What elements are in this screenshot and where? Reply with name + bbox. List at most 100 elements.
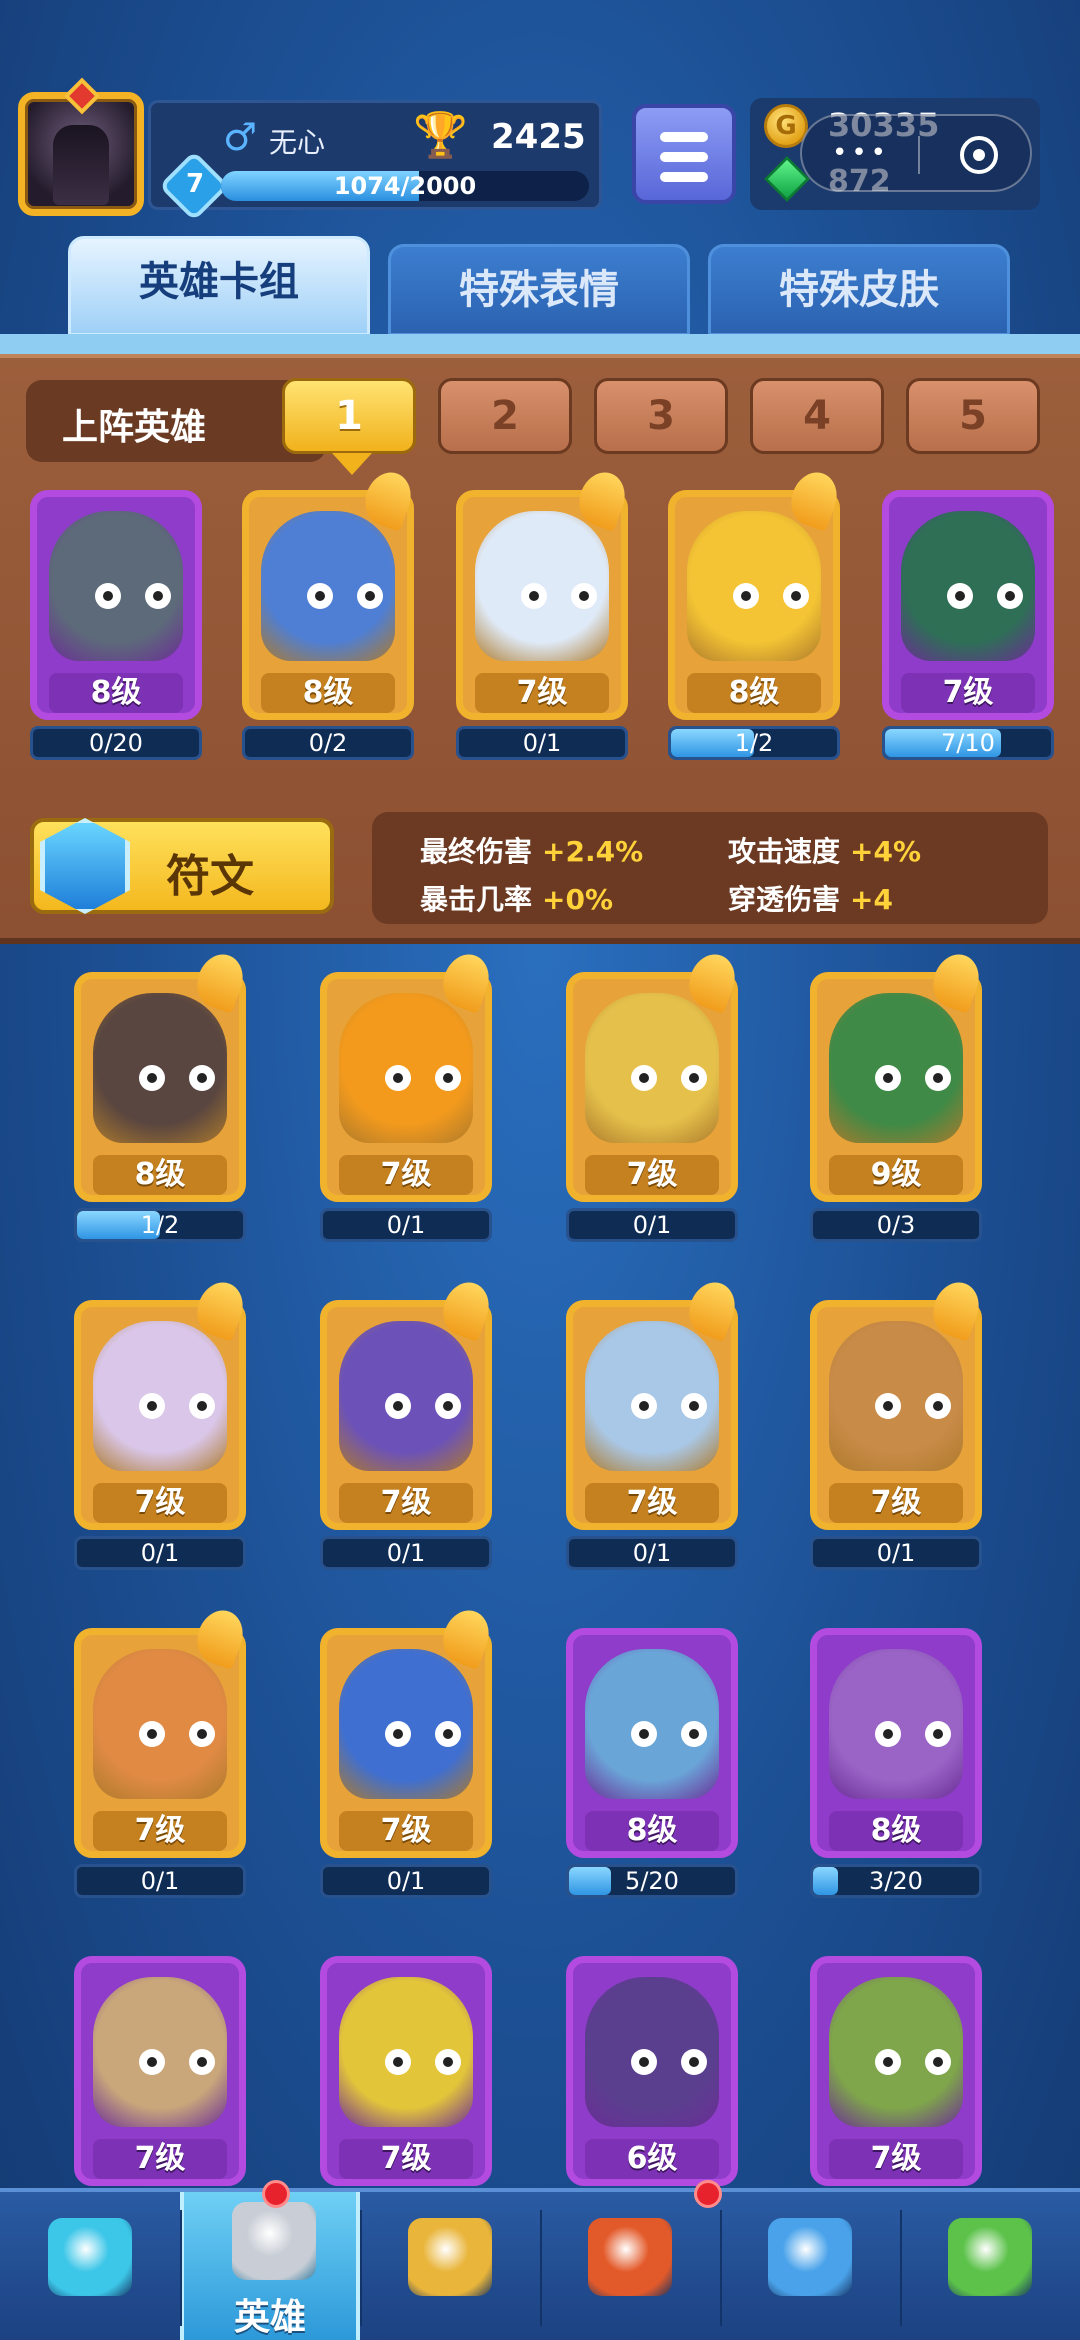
hero-card[interactable]: 9级 0/3 [810,948,986,1242]
nav-item-sprout-island[interactable] [900,2192,1080,2340]
hero-card-progress-text: 1/2 [140,1211,180,1239]
hero-level: 7级 [829,1483,963,1523]
stat-crit-chance: 暴击几率 +0% [420,878,613,918]
hero-level: 7级 [93,1483,227,1523]
player-name: 无心 [269,126,326,159]
nav-item-knight-helmet[interactable]: 英雄 [180,2192,360,2340]
hero-eye [521,583,547,609]
hero-eye [145,583,171,609]
hero-card[interactable]: 8级 3/20 [810,1628,982,1898]
nav-item-crown-shield[interactable] [540,2192,720,2340]
hero-level: 8级 [49,673,183,713]
hero-card-progress: 5/20 [566,1864,738,1898]
hero-portrait [475,511,609,661]
nav-separator [360,2210,362,2326]
hero-eye [875,2049,901,2075]
hero-card-progress: 7/10 [882,726,1054,760]
hero-card[interactable]: 7级 0/1 [810,1276,986,1570]
hero-eye [189,1065,215,1091]
hero-portrait [585,1321,719,1471]
nav-label: 英雄 [233,2297,306,2338]
lineup-slot-5[interactable]: 5 [906,378,1040,454]
lineup-slot-4[interactable]: 4 [750,378,884,454]
hero-eye [95,583,121,609]
xp-bar: 1074/2000 [221,171,589,201]
stat-value: +0% [542,883,614,916]
hero-eye [925,1393,951,1419]
hero-level: 6级 [585,2139,719,2179]
hero-eye [681,1065,707,1091]
hero-card-progress-text: 5/20 [625,1867,679,1895]
hero-card[interactable]: 7级 [74,1956,246,2226]
hero-card[interactable]: 7级 0/1 [320,1276,496,1570]
hero-eye [631,1721,657,1747]
hero-level: 7级 [901,673,1035,713]
hero-card-progress-text: 0/1 [522,729,562,757]
stat-value: +4 [850,883,893,916]
hero-card[interactable]: 8级 5/20 [566,1628,738,1898]
hero-card[interactable]: 7级 [810,1956,982,2226]
player-avatar[interactable] [18,77,144,216]
nav-item-team-banner[interactable] [720,2192,900,2340]
lineup-slot-1[interactable]: 1 [282,378,416,475]
hero-level: 7级 [339,1483,473,1523]
notification-dot [694,2180,722,2208]
hero-card[interactable]: 7级 0/1 [456,466,632,760]
nav-item-crossed-swords[interactable] [360,2192,540,2340]
hero-card[interactable]: 8级 1/2 [668,466,844,760]
hero-card[interactable]: 8级 0/20 [30,490,202,760]
hero-level: 7级 [339,2139,473,2179]
hero-eye [631,1393,657,1419]
hero-card[interactable]: 7级 0/1 [566,948,742,1242]
nav-separator [900,2210,902,2326]
hero-card[interactable]: 7级 [320,1956,492,2226]
hero-card[interactable]: 7级 0/1 [320,1604,496,1898]
tab-hero-deck[interactable]: 英雄卡组 [68,236,370,336]
hero-eye [435,1393,461,1419]
hero-portrait [93,1649,227,1799]
hero-eye [435,1721,461,1747]
more-options-icon[interactable]: ••• [832,138,890,168]
hero-card[interactable]: 7级 0/1 [74,1604,250,1898]
tab-special-skins[interactable]: 特殊皮肤 [708,244,1010,336]
hero-level: 8级 [687,673,821,713]
menu-line-icon [660,132,708,142]
hero-level: 7级 [93,2139,227,2179]
hero-card[interactable]: 7级 7/10 [882,490,1054,760]
menu-button[interactable] [632,104,736,204]
hero-card-progress-text: 0/1 [140,1539,180,1567]
hero-card-progress-text: 0/2 [308,729,348,757]
nav-item-treasure-chest[interactable] [0,2192,180,2340]
stat-name: 最终伤害 [420,835,533,868]
hero-level: 8级 [93,1155,227,1195]
hero-eye [307,583,333,609]
stat-name: 攻击速度 [728,835,841,868]
hero-eye [947,583,973,609]
hero-level: 7级 [339,1155,473,1195]
hero-eye [681,2049,707,2075]
hero-eye [571,583,597,609]
hero-card-progress: 0/1 [74,1536,246,1570]
hero-card[interactable]: 7级 0/1 [566,1276,742,1570]
hero-eye [435,1065,461,1091]
hero-portrait [585,1977,719,2127]
hero-card-progress: 1/2 [74,1208,246,1242]
lineup-slot-3[interactable]: 3 [594,378,728,454]
close-target-icon[interactable] [960,136,998,174]
hero-card-progress-text: 0/1 [386,1211,426,1239]
hero-portrait [829,1649,963,1799]
hero-card[interactable]: 8级 0/2 [242,466,418,760]
hero-eye [139,1721,165,1747]
rune-button[interactable]: 符文 [30,818,334,914]
hero-level: 7级 [93,1811,227,1851]
hero-card[interactable]: 7级 0/1 [74,1276,250,1570]
stat-attack-speed: 攻击速度 +4% [728,830,921,870]
hero-level: 8级 [261,673,395,713]
lineup-slot-2[interactable]: 2 [438,378,572,454]
hero-portrait [49,511,183,661]
tab-special-emotes[interactable]: 特殊表情 [388,244,690,336]
hero-card[interactable]: 8级 1/2 [74,948,250,1242]
hero-eye [357,583,383,609]
hero-card[interactable]: 7级 0/1 [320,948,496,1242]
hero-card-progress-text: 0/20 [89,729,143,757]
